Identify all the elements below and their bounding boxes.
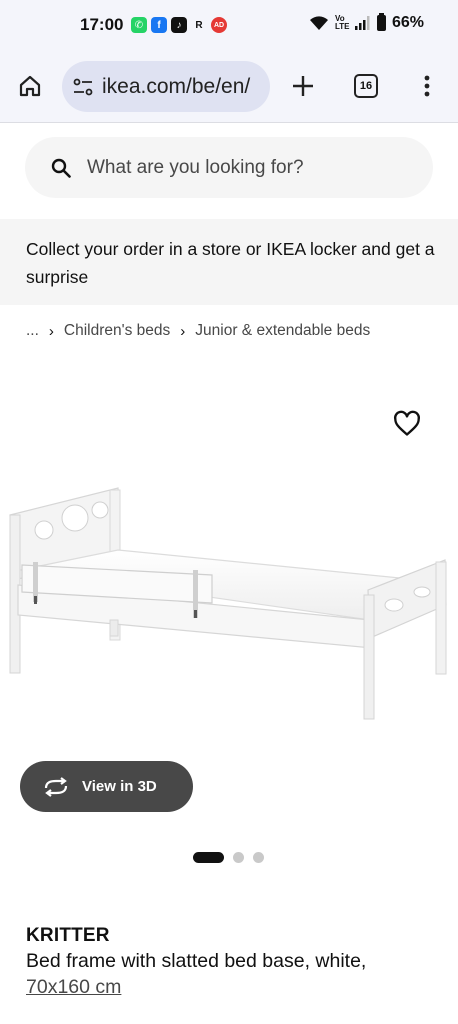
battery-icon <box>376 13 386 31</box>
plus-icon <box>293 76 313 96</box>
breadcrumb: ... › Children's beds › Junior & extenda… <box>26 322 370 340</box>
wifi-icon <box>309 16 328 30</box>
product-size-link[interactable]: 70x160 cm <box>26 976 121 999</box>
product-description: Bed frame with slatted bed base, white, <box>26 950 367 972</box>
tab-switcher-button[interactable]: 16 <box>346 64 386 108</box>
chevron-right-icon: › <box>48 322 54 340</box>
site-settings-icon[interactable] <box>72 76 94 98</box>
notification-icons: ✆ f ♪ R AD <box>131 17 227 33</box>
battery-percent: 66% <box>391 14 424 31</box>
carousel-dot-active[interactable] <box>193 852 224 863</box>
search-input[interactable] <box>85 155 409 180</box>
view-in-3d-button[interactable]: View in 3D <box>20 761 193 812</box>
network-label: Vo LTE <box>334 14 350 31</box>
search-icon <box>51 158 71 178</box>
ad-icon: AD <box>211 17 227 33</box>
new-tab-button[interactable] <box>283 64 323 108</box>
carousel-indicator <box>193 852 264 863</box>
carousel-dot[interactable] <box>233 852 244 863</box>
browser-toolbar: ikea.com/be/en/ 16 <box>0 52 458 123</box>
promo-banner[interactable]: Collect your order in a store or IKEA lo… <box>0 219 458 305</box>
url-text: ikea.com/be/en/ <box>102 74 251 98</box>
favourite-heart-icon[interactable] <box>393 410 421 438</box>
search-bar[interactable] <box>25 137 433 198</box>
promo-banner-text: Collect your order in a store or IKEA lo… <box>26 239 435 287</box>
carousel-dot[interactable] <box>253 852 264 863</box>
status-right: Vo LTE 66% <box>309 13 424 32</box>
whatsapp-icon: ✆ <box>131 17 147 33</box>
url-bar[interactable]: ikea.com/be/en/ <box>62 61 270 112</box>
tab-count: 16 <box>354 74 378 98</box>
signal-icon <box>354 16 370 30</box>
status-bar: 17:00 ✆ f ♪ R AD Vo LTE 66% <box>0 0 458 52</box>
browser-menu-button[interactable] <box>407 64 447 108</box>
chevron-right-icon: › <box>180 322 186 340</box>
rotate-3d-icon <box>44 776 68 797</box>
breadcrumb-item-childrens-beds[interactable]: Children's beds <box>64 322 170 340</box>
r-icon: R <box>195 19 203 31</box>
tiktok-icon: ♪ <box>171 17 187 33</box>
status-time: 17:00 <box>80 15 124 34</box>
product-name: KRITTER <box>26 925 110 946</box>
home-icon <box>19 75 41 97</box>
breadcrumb-ellipsis[interactable]: ... <box>26 322 39 340</box>
home-button[interactable] <box>10 64 50 108</box>
facebook-icon: f <box>151 17 167 33</box>
view-in-3d-label: View in 3D <box>82 778 157 795</box>
product-image[interactable] <box>0 470 458 730</box>
breadcrumb-item-junior-beds[interactable]: Junior & extendable beds <box>195 322 370 340</box>
more-vert-icon <box>424 75 430 97</box>
